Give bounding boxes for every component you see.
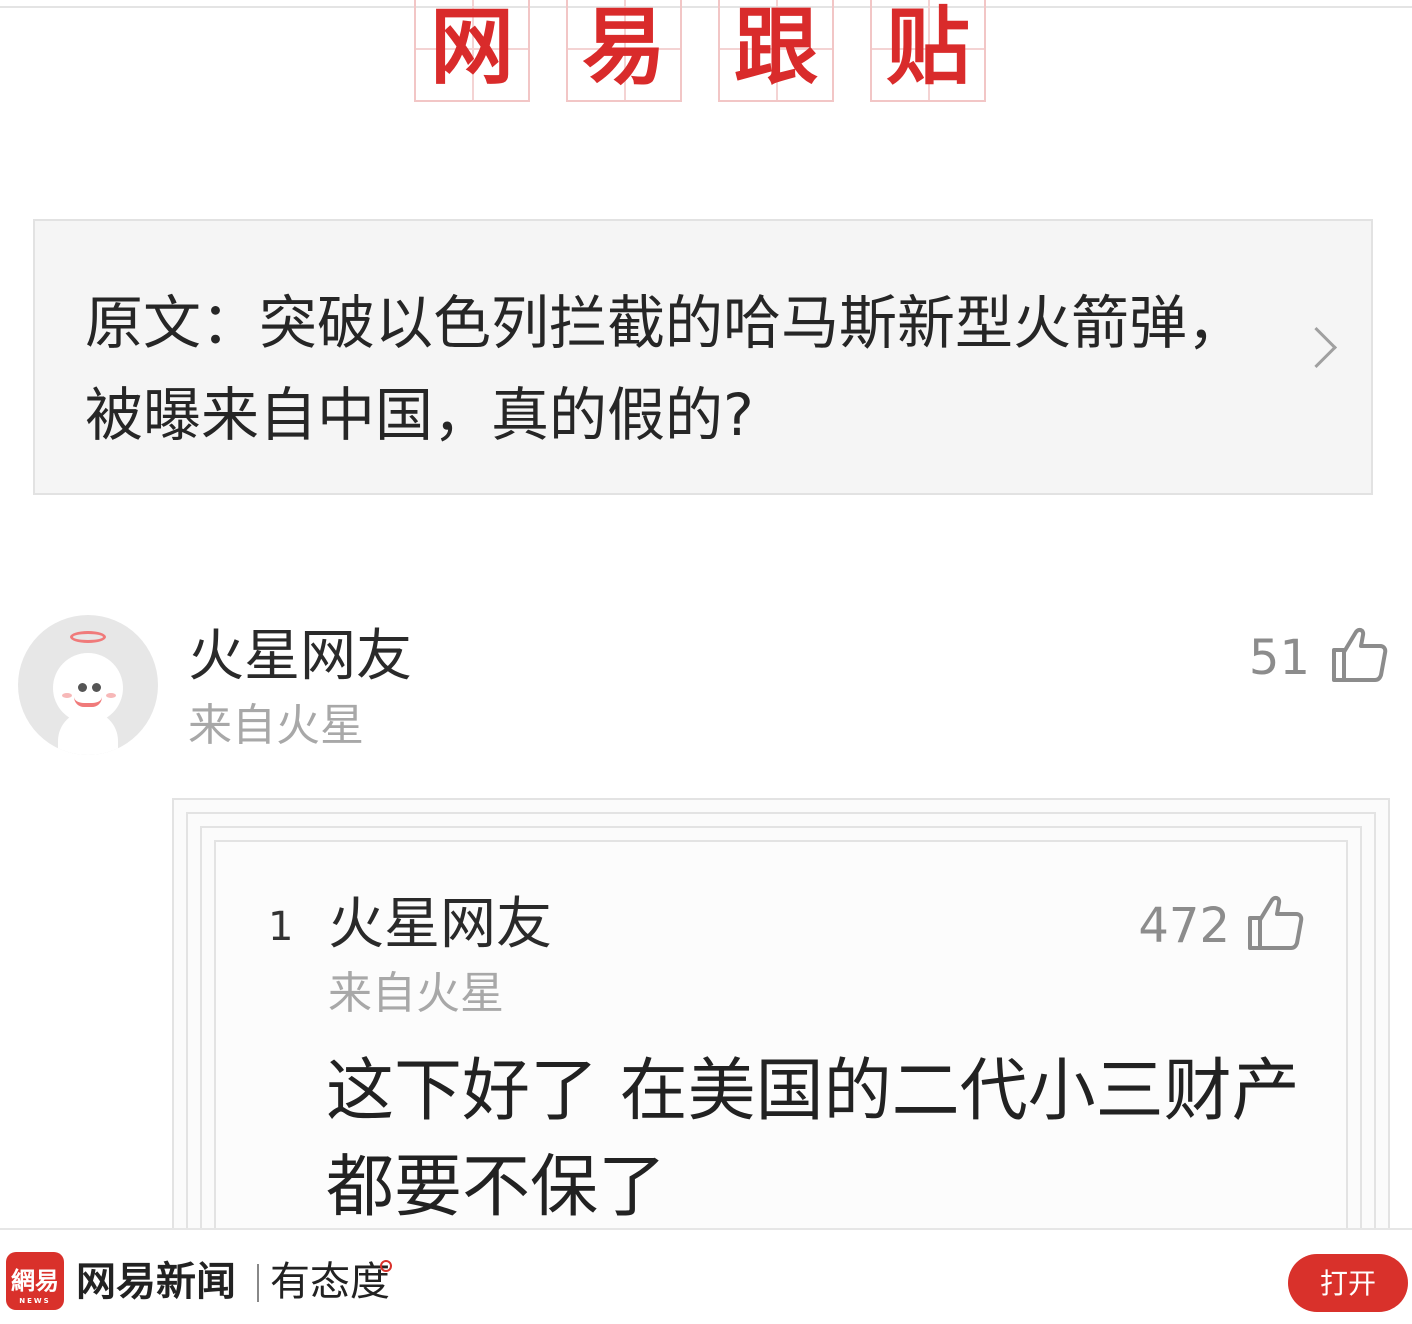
reply-user-name[interactable]: 火星网友 (328, 890, 552, 960)
open-app-button[interactable]: 打开 (1288, 1254, 1408, 1312)
avatar-eye-right (92, 683, 101, 692)
chevron-right-icon (1295, 326, 1338, 369)
brand-separator (257, 1264, 259, 1302)
brand-name: 网易新闻 (76, 1259, 236, 1305)
reply-floor-number: 1 (268, 904, 294, 950)
avatar-head (53, 653, 123, 723)
avatar[interactable] (18, 615, 158, 755)
reply-user-location: 来自火星 (328, 968, 504, 1019)
reply-text: 这下好了 在美国的二代小三财产都要不保了 (326, 1052, 1300, 1227)
comment-user-name[interactable]: 火星网友 (188, 622, 412, 692)
thumbs-up-icon[interactable] (1244, 892, 1304, 952)
thumbs-up-icon[interactable] (1328, 624, 1388, 684)
gentie-banner: 网 易 跟 贴 (414, 0, 992, 104)
logo-subtext: NEWS (19, 1297, 51, 1305)
netease-news-logo: 網易 NEWS (6, 1252, 64, 1310)
comment-like-count: 51 (1248, 630, 1310, 686)
banner-char-3: 跟 (718, 0, 834, 102)
app-download-bar: 網易 NEWS 网易新闻 有态度 打开 (0, 1228, 1412, 1324)
banner-char-4: 贴 (870, 0, 986, 102)
avatar-eye-left (78, 683, 87, 692)
logo-text: 網易 (11, 1267, 59, 1295)
original-article-link[interactable]: 原文：突破以色列拦截的哈马斯新型火箭弹，被曝来自中国，真的假的? (33, 219, 1373, 495)
original-article-title: 原文：突破以色列拦截的哈马斯新型火箭弹，被曝来自中国，真的假的? (85, 289, 1246, 449)
banner-char-1: 网 (414, 0, 530, 102)
brand-slogan: 有态度 (270, 1259, 390, 1305)
avatar-cheek-right (106, 693, 116, 698)
banner-char-2: 易 (566, 0, 682, 102)
avatar-halo (70, 631, 106, 643)
slogan-degree-mark (380, 1260, 392, 1272)
comment-user-location: 来自火星 (188, 700, 364, 751)
avatar-cheek-left (62, 693, 72, 698)
reply-like-count: 472 (1138, 898, 1230, 954)
